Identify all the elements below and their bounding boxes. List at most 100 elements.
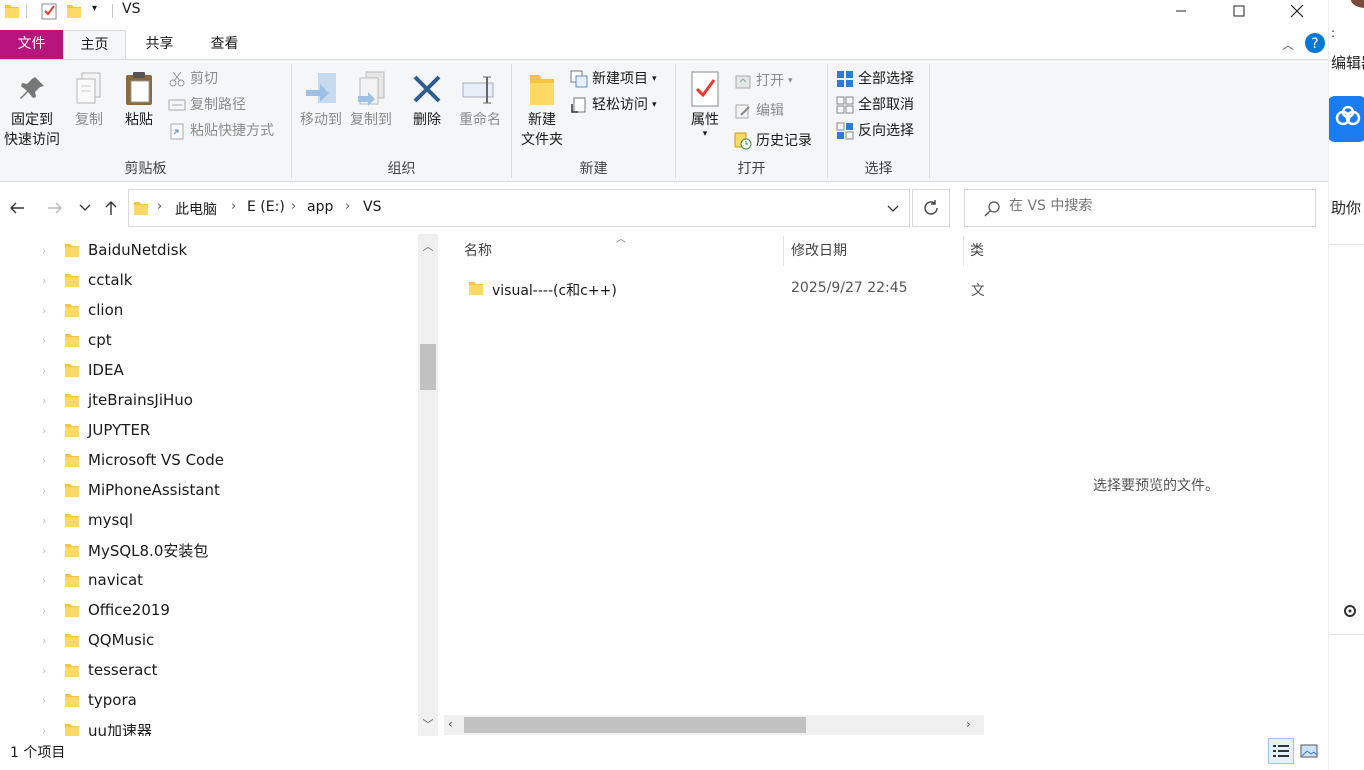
- invert-selection-button[interactable]: 反向选择: [836, 120, 914, 142]
- tab-view[interactable]: 查看: [193, 30, 256, 59]
- chevron-right-icon[interactable]: ›: [42, 304, 46, 317]
- properties-button[interactable]: 属性 ▾: [682, 68, 728, 139]
- chevron-right-icon[interactable]: ›: [42, 514, 46, 527]
- column-header-type[interactable]: 类: [970, 234, 984, 268]
- properties-quick-icon[interactable]: [40, 2, 58, 20]
- tab-share[interactable]: 共享: [128, 30, 191, 59]
- chevron-right-icon[interactable]: ›: [42, 634, 46, 647]
- copy-path-button[interactable]: 复制路径: [168, 94, 246, 116]
- sidebar-item-navicat[interactable]: › navicat: [0, 565, 418, 595]
- breadcrumb-app[interactable]: app: [307, 199, 333, 215]
- chevron-right-icon[interactable]: ›: [42, 544, 46, 557]
- copy-button[interactable]: 复制: [66, 68, 112, 130]
- copy-to-button[interactable]: 复制到: [348, 68, 394, 130]
- table-row[interactable]: visual----(c和c++) 2025/9/27 22:45 文: [458, 274, 985, 304]
- search-input[interactable]: [1009, 198, 1299, 214]
- rename-button[interactable]: 重命名: [454, 68, 506, 130]
- address-bar[interactable]: › 此电脑 › E (E:) › app › VS: [128, 189, 910, 227]
- chevron-right-icon[interactable]: ›: [42, 334, 46, 347]
- scroll-down-icon[interactable]: ﹀: [420, 716, 436, 732]
- pin-quick-access-button[interactable]: 固定到 快速访问: [2, 68, 62, 150]
- minimize-button[interactable]: [1152, 0, 1210, 22]
- paste-button[interactable]: 粘贴: [116, 68, 162, 130]
- scroll-left-icon[interactable]: ‹: [448, 717, 453, 731]
- large-icons-view-button[interactable]: [1296, 738, 1322, 764]
- chevron-right-icon[interactable]: ›: [42, 364, 46, 377]
- folder-icon[interactable]: [4, 2, 20, 20]
- sidebar-item-clion[interactable]: › clion: [0, 295, 418, 325]
- chevron-right-icon[interactable]: ›: [42, 394, 46, 407]
- scroll-up-icon[interactable]: ︿: [420, 238, 436, 254]
- sidebar-item-cpt[interactable]: › cpt: [0, 325, 418, 355]
- customize-toolbar-icon[interactable]: ▾: [92, 3, 97, 21]
- sidebar-item-typora[interactable]: › typora: [0, 685, 418, 715]
- history-button[interactable]: 历史记录: [734, 130, 812, 152]
- sidebar-item-tesseract[interactable]: › tesseract: [0, 655, 418, 685]
- new-folder-quick-icon[interactable]: [66, 2, 82, 20]
- chevron-right-icon[interactable]: ›: [42, 274, 46, 287]
- breadcrumb-this-pc[interactable]: 此电脑: [175, 199, 217, 219]
- refresh-button[interactable]: [912, 189, 950, 227]
- cut-button[interactable]: 剪切: [168, 68, 218, 90]
- search-box[interactable]: [964, 189, 1316, 227]
- breadcrumb-separator[interactable]: ›: [157, 199, 162, 214]
- close-button[interactable]: [1268, 0, 1326, 22]
- sidebar-item-qqmusic[interactable]: › QQMusic: [0, 625, 418, 655]
- sidebar-item-baidunetdisk[interactable]: › BaiduNetdisk: [0, 235, 418, 265]
- help-icon[interactable]: ?: [1304, 32, 1326, 54]
- breadcrumb-separator[interactable]: ›: [231, 199, 236, 214]
- chevron-right-icon[interactable]: ›: [42, 454, 46, 467]
- breadcrumb-separator[interactable]: ›: [345, 199, 350, 214]
- chevron-right-icon[interactable]: ›: [42, 424, 46, 437]
- recent-locations-button[interactable]: [74, 197, 96, 219]
- scroll-right-icon[interactable]: ›: [966, 717, 971, 731]
- tab-home[interactable]: 主页: [63, 30, 126, 60]
- sidebar-item-mysql8-0安装包[interactable]: › MySQL8.0安装包: [0, 535, 418, 565]
- file-list-hscrollbar[interactable]: ‹ ›: [444, 715, 984, 735]
- new-folder-button[interactable]: 新建 文件夹: [516, 68, 568, 150]
- move-to-button[interactable]: 移动到: [298, 68, 344, 130]
- edit-button[interactable]: 编辑: [734, 100, 784, 122]
- breadcrumb-separator[interactable]: ›: [291, 199, 296, 214]
- sidebar-item-idea[interactable]: › IDEA: [0, 355, 418, 385]
- up-button[interactable]: [100, 197, 122, 219]
- sidebar-item-cctalk[interactable]: › cctalk: [0, 265, 418, 295]
- chevron-right-icon[interactable]: ›: [42, 664, 46, 677]
- sidebar-item-miphoneassistant[interactable]: › MiPhoneAssistant: [0, 475, 418, 505]
- nav-pane-scrollbar[interactable]: ︿ ﹀: [418, 234, 438, 736]
- chevron-right-icon[interactable]: ›: [42, 694, 46, 707]
- avatar[interactable]: [1351, 0, 1364, 8]
- paste-shortcut-button[interactable]: 粘贴快捷方式: [168, 120, 274, 142]
- back-button[interactable]: [6, 197, 28, 219]
- sidebar-item-microsoft-vs-code[interactable]: › Microsoft VS Code: [0, 445, 418, 475]
- forward-button[interactable]: [44, 197, 66, 219]
- chevron-right-icon[interactable]: ›: [42, 484, 46, 497]
- delete-button[interactable]: 删除: [404, 68, 450, 130]
- chevron-right-icon[interactable]: ›: [42, 574, 46, 587]
- chevron-right-icon[interactable]: ›: [42, 604, 46, 617]
- hscroll-thumb[interactable]: [464, 717, 806, 733]
- sidebar-item-jupyter[interactable]: › JUPYTER: [0, 415, 418, 445]
- column-header-name[interactable]: 名称: [464, 234, 492, 268]
- settings-icon[interactable]: [1343, 604, 1357, 618]
- sidebar-item-jtebrainsjihuo[interactable]: › jteBrainsJiHuo: [0, 385, 418, 415]
- easy-access-button[interactable]: 轻松访问 ▾: [570, 94, 657, 116]
- sidebar-item-mysql[interactable]: › mysql: [0, 505, 418, 535]
- chevron-right-icon[interactable]: ›: [42, 244, 46, 257]
- details-view-button[interactable]: [1268, 738, 1294, 764]
- column-header-modified[interactable]: 修改日期: [791, 234, 847, 268]
- select-none-button[interactable]: 全部取消: [836, 94, 914, 116]
- sidebar-item-office2019[interactable]: › Office2019: [0, 595, 418, 625]
- breadcrumb-vs[interactable]: VS: [363, 199, 381, 215]
- address-dropdown-icon[interactable]: [887, 205, 899, 213]
- new-item-button[interactable]: 新建项目 ▾: [570, 68, 657, 90]
- baidu-netdisk-button[interactable]: [1329, 96, 1364, 142]
- nav-scroll-thumb[interactable]: [420, 344, 436, 390]
- breadcrumb-drive-e[interactable]: E (E:): [247, 199, 285, 215]
- select-all-button[interactable]: 全部选择: [836, 68, 914, 90]
- sidebar-item-uu加速器[interactable]: › uu加速器: [0, 715, 418, 736]
- chevron-right-icon[interactable]: ›: [42, 724, 46, 737]
- collapse-ribbon-icon[interactable]: ︿: [1282, 36, 1294, 53]
- open-button[interactable]: 打开 ▾: [734, 70, 793, 92]
- maximize-button[interactable]: [1210, 0, 1268, 22]
